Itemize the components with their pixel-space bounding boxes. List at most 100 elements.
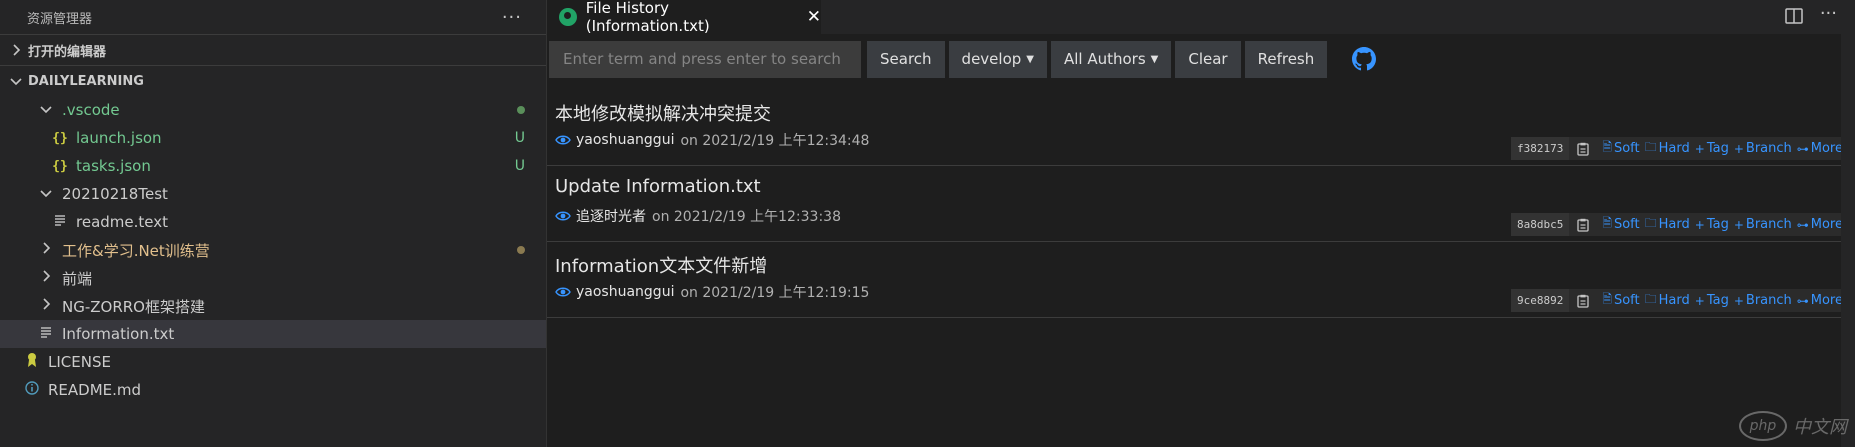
clear-button[interactable]: Clear	[1175, 40, 1241, 78]
explorer-sidebar: 资源管理器 ··· 打开的编辑器 DAILYLEARNING .vscode {}…	[0, 0, 547, 447]
branch-dropdown[interactable]: develop ▼	[948, 40, 1047, 78]
clipboard-icon[interactable]	[1577, 142, 1589, 156]
soft-reset-button[interactable]: 🗎 Soft	[1602, 138, 1639, 159]
tag-button[interactable]: + Tag	[1695, 141, 1729, 156]
tree-item[interactable]: readme.text	[0, 208, 546, 236]
chevron-down-icon	[8, 74, 24, 89]
commit-row[interactable]: 本地修改模拟解决冲突提交 yaoshuanggui on 2021/2/19 上午1…	[547, 90, 1855, 166]
search-button[interactable]: Search	[867, 40, 945, 78]
text-file-icon	[36, 326, 56, 342]
commit-row[interactable]: Update Information.txt 追逐时光者 on 2021/2/19 …	[547, 166, 1855, 242]
commit-author[interactable]: yaoshuanggui	[576, 132, 674, 148]
workspace-section[interactable]: DAILYLEARNING	[0, 65, 546, 96]
more-button[interactable]: ⊶ More	[1797, 141, 1843, 156]
tree-item[interactable]: NG-ZORRO框架搭建	[0, 292, 546, 320]
tree-item[interactable]: {} tasks.json U	[0, 152, 546, 180]
commit-icon: ⊶	[1796, 141, 1809, 156]
plus-icon: +	[1694, 141, 1705, 156]
action-label: Soft	[1613, 141, 1640, 156]
commit-hash[interactable]: 9ce8892	[1510, 289, 1570, 312]
branch-button[interactable]: + Branch	[1734, 141, 1792, 156]
commit-icon: ⊶	[1796, 293, 1809, 308]
commit-message[interactable]: 本地修改模拟解决冲突提交	[555, 100, 771, 126]
plus-icon: +	[1694, 217, 1705, 232]
git-status-dot	[517, 246, 525, 254]
folder-icon: 🗀	[1644, 216, 1657, 230]
clipboard-icon[interactable]	[1577, 294, 1589, 308]
commit-actions: 8a8dbc5 🗎 Soft 🗀 Hard + Tag + Branch ⊶ More	[1510, 213, 1847, 236]
search-input[interactable]	[549, 40, 861, 78]
open-editors-section[interactable]: 打开的编辑器	[0, 34, 546, 65]
tree-item-label: 前端	[62, 269, 93, 288]
tag-button[interactable]: + Tag	[1695, 293, 1729, 308]
commit-date: on 2021/2/19 上午12:33:38	[652, 209, 841, 225]
open-editors-label: 打开的编辑器	[28, 44, 107, 60]
plus-icon: +	[1733, 141, 1744, 156]
tree-item-label: 工作&学习.Net训练营	[62, 241, 210, 260]
tree-item-label: readme.text	[76, 213, 168, 231]
soft-reset-button[interactable]: 🗎 Soft	[1602, 214, 1639, 235]
commit-row[interactable]: Information文本文件新增 yaoshuanggui on 2021/2/1…	[547, 242, 1855, 318]
ellipsis-icon[interactable]: ···	[502, 7, 522, 28]
hard-reset-button[interactable]: 🗀 Hard	[1645, 290, 1690, 311]
commit-author[interactable]: 追逐时光者	[576, 206, 646, 226]
tag-button[interactable]: + Tag	[1695, 217, 1729, 232]
plus-icon: +	[1733, 293, 1744, 308]
commit-author[interactable]: yaoshuanggui	[576, 284, 674, 300]
tree-item[interactable]: LICENSE	[0, 348, 546, 376]
commit-hash[interactable]: 8a8dbc5	[1510, 213, 1570, 236]
hard-reset-button[interactable]: 🗀 Hard	[1645, 138, 1690, 159]
action-label: Soft	[1613, 217, 1640, 232]
watermark: php 中文网	[1739, 411, 1847, 441]
commit-hash[interactable]: f382173	[1510, 137, 1570, 160]
eye-icon[interactable]	[555, 286, 571, 298]
github-icon[interactable]	[1352, 47, 1377, 71]
branch-button[interactable]: + Branch	[1734, 217, 1792, 232]
action-label: Tag	[1706, 141, 1729, 156]
commit-list: 本地修改模拟解决冲突提交 yaoshuanggui on 2021/2/19 上午1…	[547, 90, 1855, 318]
tree-item[interactable]: 工作&学习.Net训练营	[0, 236, 546, 264]
caret-down-icon: ▼	[1026, 53, 1034, 65]
history-toolbar: Search develop ▼ All Authors ▼ Clear Ref…	[549, 40, 1377, 78]
authors-dropdown[interactable]: All Authors ▼	[1050, 40, 1172, 78]
tree-item[interactable]: {} launch.json U	[0, 124, 546, 152]
branch-button[interactable]: + Branch	[1734, 293, 1792, 308]
action-label: Branch	[1745, 141, 1792, 156]
eye-icon[interactable]	[555, 134, 571, 146]
tree-item-label: .vscode	[62, 101, 120, 119]
folder-icon: 🗀	[1644, 292, 1657, 306]
soft-reset-button[interactable]: 🗎 Soft	[1602, 290, 1639, 311]
tree-item[interactable]: 20210218Test	[0, 180, 546, 208]
refresh-button[interactable]: Refresh	[1244, 40, 1328, 78]
tree-item-label: Information.txt	[62, 325, 175, 343]
close-icon[interactable]: ✕	[807, 7, 821, 27]
tree-item-label: LICENSE	[48, 353, 111, 371]
git-status-badge: U	[514, 130, 525, 146]
tab-file-history[interactable]: File History (Information.txt) ✕	[547, 0, 821, 35]
chevron-down-icon	[36, 187, 56, 202]
info-icon	[22, 381, 42, 399]
clipboard-icon[interactable]	[1577, 218, 1589, 232]
git-status-badge: U	[514, 158, 525, 174]
tree-item[interactable]: .vscode	[0, 96, 546, 124]
tree-item[interactable]: README.md	[0, 376, 546, 404]
json-file-icon: {}	[52, 130, 68, 146]
commit-message[interactable]: Information文本文件新增	[555, 252, 767, 278]
tree-item[interactable]: Information.txt	[0, 320, 546, 348]
chevron-down-icon	[36, 103, 56, 118]
commit-actions: f382173 🗎 Soft 🗀 Hard + Tag + Branch ⊶ More	[1510, 137, 1847, 160]
eye-icon[interactable]	[555, 210, 571, 222]
more-button[interactable]: ⊶ More	[1797, 217, 1843, 232]
document-icon: 🗎	[1602, 140, 1612, 154]
plus-icon: +	[1694, 293, 1705, 308]
scrollbar[interactable]	[1841, 34, 1855, 447]
plus-icon: +	[1733, 217, 1744, 232]
split-editor-icon[interactable]	[1785, 8, 1803, 28]
more-button[interactable]: ⊶ More	[1797, 293, 1843, 308]
commit-message[interactable]: Update Information.txt	[555, 176, 761, 197]
commit-meta: 追逐时光者 on 2021/2/19 上午12:33:38	[555, 206, 841, 226]
ellipsis-icon[interactable]: ···	[1820, 3, 1837, 24]
action-label: Hard	[1658, 217, 1690, 232]
tree-item[interactable]: 前端	[0, 264, 546, 292]
hard-reset-button[interactable]: 🗀 Hard	[1645, 214, 1690, 235]
